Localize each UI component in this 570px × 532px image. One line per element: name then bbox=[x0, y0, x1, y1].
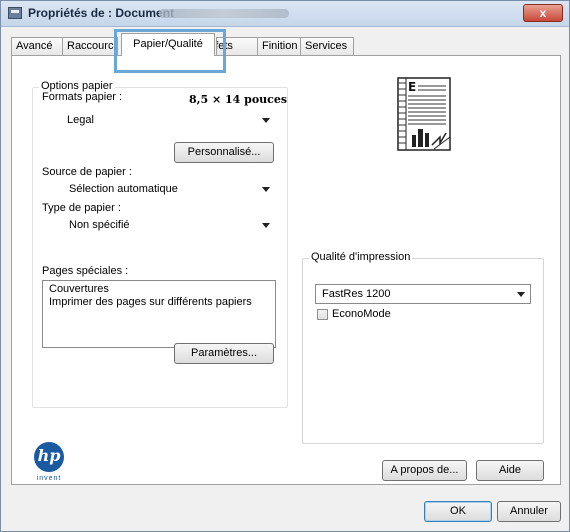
tab-raccourcis[interactable]: Raccourcis bbox=[62, 37, 118, 55]
chevron-down-icon bbox=[262, 118, 270, 123]
close-icon: x bbox=[539, 6, 547, 20]
window-title: Propriétés de : Document bbox=[28, 6, 175, 20]
tab-effets[interactable]: Effets bbox=[216, 37, 258, 55]
tab-bar: Avancé Raccourcis Effets Finition Servic… bbox=[11, 29, 561, 73]
source-papier-label: Source de papier : bbox=[42, 166, 132, 178]
formats-papier-label: Formats papier : bbox=[42, 91, 123, 103]
apropos-button[interactable]: A propos de... bbox=[382, 460, 467, 481]
type-papier-select[interactable]: Non spécifié bbox=[42, 215, 276, 235]
hp-logo-mark: hp bbox=[34, 442, 64, 472]
annuler-button[interactable]: Annuler bbox=[497, 501, 561, 522]
properties-dialog: Propriétés de : Document x Avancé Raccou… bbox=[0, 0, 570, 532]
type-papier-label: Type de papier : bbox=[42, 202, 121, 214]
formats-papier-value: 8,5 × 14 pouces bbox=[189, 93, 288, 106]
tab-papier-qualite[interactable]: Papier/Qualité bbox=[121, 33, 215, 56]
qualite-impression-title: Qualité d'impression bbox=[309, 251, 413, 263]
document-name-blurred bbox=[159, 9, 289, 18]
svg-text:E: E bbox=[408, 80, 416, 94]
list-item[interactable]: Couvertures bbox=[49, 283, 269, 296]
tab-panel-papier-qualite: Options papier Formats papier : 8,5 × 14… bbox=[11, 55, 561, 485]
ok-button[interactable]: OK bbox=[424, 501, 492, 522]
format-papier-select[interactable]: Legal bbox=[42, 110, 276, 130]
source-papier-select[interactable]: Sélection automatique bbox=[42, 179, 276, 199]
hp-logo-subtext: invent bbox=[36, 475, 62, 482]
aide-button[interactable]: Aide bbox=[476, 460, 544, 481]
tab-services[interactable]: Services bbox=[300, 37, 354, 55]
chevron-down-icon bbox=[517, 292, 525, 297]
personnalise-button[interactable]: Personnalisé... bbox=[174, 142, 274, 163]
page-preview-svg: E bbox=[397, 77, 451, 151]
economode-label: EconoMode bbox=[332, 308, 391, 320]
pages-speciales-label: Pages spéciales : bbox=[42, 265, 129, 277]
close-button[interactable]: x bbox=[523, 4, 563, 22]
pages-speciales-list[interactable]: Couvertures Imprimer des pages sur diffé… bbox=[42, 280, 276, 348]
economode-checkbox[interactable] bbox=[317, 309, 328, 320]
qualite-select[interactable]: FastRes 1200 bbox=[315, 284, 531, 304]
page-preview-icon: E bbox=[396, 77, 460, 157]
printer-icon bbox=[8, 7, 22, 19]
chevron-down-icon bbox=[262, 187, 270, 192]
hp-logo: hp invent bbox=[32, 442, 66, 484]
chevron-down-icon bbox=[262, 223, 270, 228]
title-bar: Propriétés de : Document x bbox=[1, 1, 569, 27]
parametres-button[interactable]: Paramètres... bbox=[174, 343, 274, 364]
tab-finition[interactable]: Finition bbox=[257, 37, 301, 55]
list-item[interactable]: Imprimer des pages sur différents papier… bbox=[49, 296, 269, 309]
tab-avance[interactable]: Avancé bbox=[11, 37, 63, 55]
